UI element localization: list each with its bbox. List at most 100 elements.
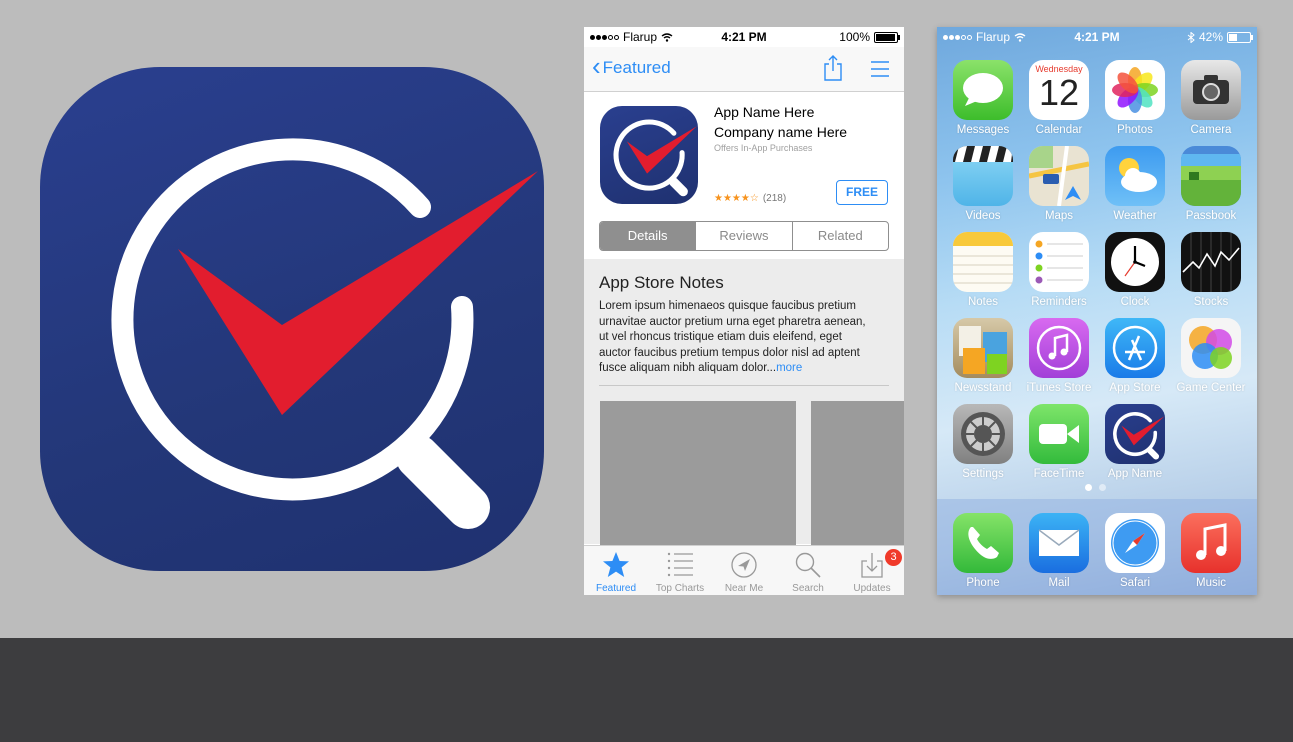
safari-icon bbox=[1105, 513, 1165, 573]
chevron-left-icon: ‹ bbox=[592, 51, 601, 81]
tabbar-label: Updates bbox=[853, 583, 891, 594]
settings-icon bbox=[953, 404, 1013, 464]
tabbar-top-charts[interactable]: Top Charts bbox=[648, 546, 712, 595]
app-videos[interactable]: Videos bbox=[945, 146, 1021, 222]
camera-icon bbox=[1181, 60, 1241, 120]
page-indicator[interactable] bbox=[1085, 484, 1106, 491]
app-store-icon bbox=[1105, 318, 1165, 378]
app-weather[interactable]: Weather bbox=[1097, 146, 1173, 222]
app-label: Maps bbox=[1044, 210, 1074, 222]
app-label: App Name bbox=[1107, 468, 1163, 480]
large-app-icon bbox=[40, 67, 544, 571]
app-clock[interactable]: Clock bbox=[1097, 232, 1173, 308]
app-settings[interactable]: Settings bbox=[945, 404, 1021, 480]
tab-related[interactable]: Related bbox=[791, 222, 888, 250]
app-label: Settings bbox=[962, 468, 1004, 480]
rating: ★★★★☆ (218) bbox=[714, 193, 786, 204]
app-stocks[interactable]: Stocks bbox=[1173, 232, 1249, 308]
app-label: Camera bbox=[1190, 124, 1232, 136]
mail-icon bbox=[1029, 513, 1089, 573]
passbook-icon bbox=[1181, 146, 1241, 206]
battery-icon bbox=[874, 31, 900, 43]
app-reminders[interactable]: Reminders bbox=[1021, 232, 1097, 308]
tabbar-near-me[interactable]: Near Me bbox=[712, 546, 776, 595]
app-maps[interactable]: Maps bbox=[1021, 146, 1097, 222]
notes-text: Lorem ipsum himenaeos quisque faucibus p… bbox=[599, 300, 866, 374]
share-icon[interactable] bbox=[822, 54, 844, 82]
tab-bar: Featured Top Charts Near Me Search 3 Upd… bbox=[584, 545, 904, 595]
itunes-icon bbox=[1029, 318, 1089, 378]
bluetooth-icon bbox=[1187, 31, 1195, 43]
app-facetime[interactable]: FaceTime bbox=[1021, 404, 1097, 480]
tabbar-search[interactable]: Search bbox=[776, 546, 840, 595]
more-link[interactable]: more bbox=[776, 362, 802, 374]
app-label: App Store bbox=[1109, 382, 1161, 394]
company-name[interactable]: Company name Here bbox=[714, 124, 847, 140]
music-icon bbox=[1181, 513, 1241, 573]
app-custom-app[interactable]: App Name bbox=[1097, 404, 1173, 480]
menu-icon[interactable] bbox=[871, 61, 889, 77]
tabbar-label: Featured bbox=[595, 583, 637, 594]
app-label: Calendar bbox=[1035, 124, 1083, 136]
dock-mail[interactable]: Mail bbox=[1021, 513, 1097, 589]
app-store-phone: Flarup 4:21 PM 100% ‹ Featured App Name … bbox=[584, 27, 904, 595]
tabbar-label: Top Charts bbox=[655, 583, 705, 594]
app-header: App Name Here Company name Here Offers I… bbox=[584, 92, 904, 214]
tabbar-featured[interactable]: Featured bbox=[584, 546, 648, 595]
back-button[interactable]: ‹ Featured bbox=[592, 51, 671, 81]
app-camera[interactable]: Camera bbox=[1173, 60, 1249, 136]
app-passbook[interactable]: Passbook bbox=[1173, 146, 1249, 222]
app-label: Music bbox=[1195, 577, 1227, 589]
newsstand-icon bbox=[953, 318, 1013, 378]
app-newsstand[interactable]: Newsstand bbox=[945, 318, 1021, 394]
maps-icon bbox=[1029, 146, 1089, 206]
tab-details[interactable]: Details bbox=[600, 222, 696, 250]
app-label: Safari bbox=[1119, 577, 1151, 589]
weather-icon bbox=[1105, 146, 1165, 206]
calendar-day: 12 bbox=[1038, 72, 1080, 113]
tabbar-label: Near Me bbox=[724, 583, 764, 594]
app-label: Clock bbox=[1120, 296, 1150, 308]
app-label: Passbook bbox=[1185, 210, 1237, 222]
app-name: App Name Here bbox=[714, 104, 815, 120]
notes-body: Lorem ipsum himenaeos quisque faucibus p… bbox=[599, 299, 869, 377]
tabbar-label: Search bbox=[792, 583, 824, 594]
screenshot-placeholder[interactable] bbox=[811, 401, 904, 551]
dock-music[interactable]: Music bbox=[1173, 513, 1249, 589]
app-label: Photos bbox=[1117, 124, 1153, 136]
download-icon bbox=[861, 553, 883, 578]
phone-icon bbox=[953, 513, 1013, 573]
app-label: Weather bbox=[1113, 210, 1157, 222]
rating-count: (218) bbox=[762, 193, 787, 204]
battery-icon bbox=[1227, 31, 1253, 43]
notes-title: App Store Notes bbox=[599, 273, 724, 292]
status-bar: Flarup 4:21 PM 100% bbox=[584, 27, 904, 47]
get-button[interactable]: FREE bbox=[836, 180, 888, 205]
notes-section: App Store Notes Lorem ipsum himenaeos qu… bbox=[584, 259, 904, 551]
screenshot-placeholder[interactable] bbox=[600, 401, 796, 551]
updates-badge: 3 bbox=[885, 549, 902, 566]
tab-reviews[interactable]: Reviews bbox=[695, 222, 791, 250]
tabbar-updates[interactable]: 3 Updates bbox=[840, 546, 904, 595]
app-label: Stocks bbox=[1193, 296, 1229, 308]
videos-icon bbox=[953, 146, 1013, 206]
dock-safari[interactable]: Safari bbox=[1097, 513, 1173, 589]
app-label: Videos bbox=[965, 210, 1001, 222]
app-icon bbox=[600, 106, 698, 204]
app-notes[interactable]: Notes bbox=[945, 232, 1021, 308]
app-app-store[interactable]: App Store bbox=[1097, 318, 1173, 394]
photos-icon bbox=[1105, 60, 1165, 120]
app-label: Newsstand bbox=[954, 382, 1012, 394]
divider bbox=[599, 385, 889, 386]
dock-phone[interactable]: Phone bbox=[945, 513, 1021, 589]
app-itunes-store[interactable]: iTunes Store bbox=[1021, 318, 1097, 394]
app-messages[interactable]: Messages bbox=[945, 60, 1021, 136]
app-calendar[interactable]: Wednesday 12 Calendar bbox=[1021, 60, 1097, 136]
app-game-center[interactable]: Game Center bbox=[1173, 318, 1249, 394]
app-label: Messages bbox=[956, 124, 1010, 136]
clock-icon bbox=[1105, 232, 1165, 292]
app-label: Game Center bbox=[1176, 382, 1246, 394]
app-photos[interactable]: Photos bbox=[1097, 60, 1173, 136]
nav-bar: ‹ Featured bbox=[584, 47, 904, 92]
game-center-icon bbox=[1181, 318, 1241, 378]
